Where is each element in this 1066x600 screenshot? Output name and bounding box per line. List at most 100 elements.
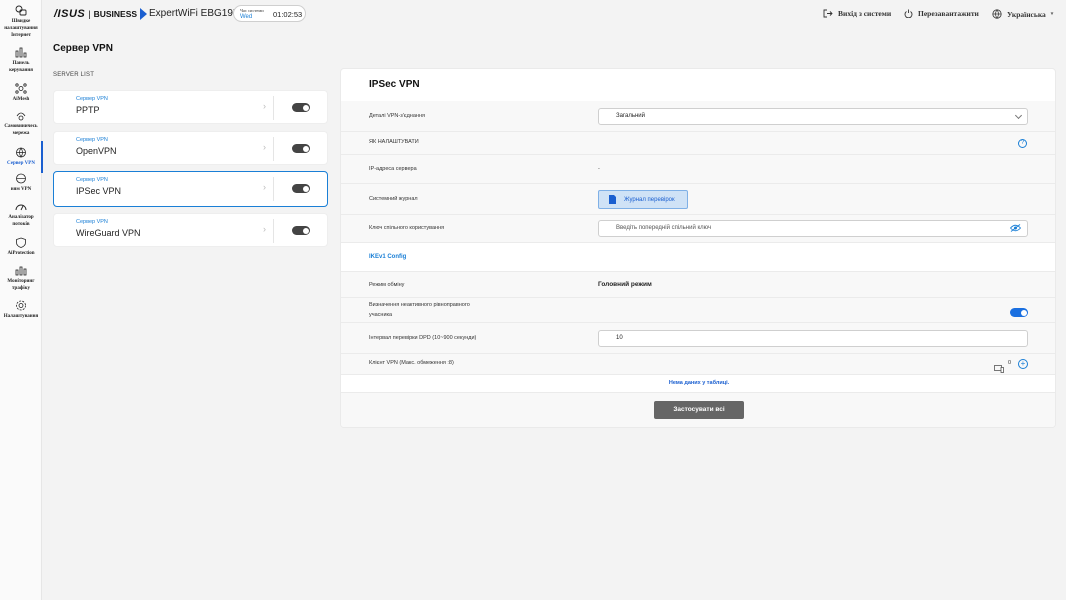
nav-item-traffic-monitor[interactable]: Моніторинг трафіку (0, 265, 42, 292)
nav-item-aiprotection[interactable]: AiProtection (0, 237, 42, 257)
apply-all-button[interactable]: Застосувати всі (654, 401, 744, 419)
asus-business-logo[interactable]: /ISUS | BUSINESS (54, 7, 148, 21)
dpd-interval-input[interactable]: 10 (598, 330, 1028, 347)
server-card-name: OpenVPN (76, 146, 117, 156)
syslog-label: Системний журнал (369, 196, 418, 202)
left-nav: Швидке налаштування Інтернет Панель керу… (0, 0, 43, 600)
logo-chevron-icon (140, 8, 148, 20)
page-title: Сервер VPN (53, 43, 113, 54)
reboot-label: Перезавантажити (918, 9, 979, 18)
row-server-ip: IP-адреса сервера - (341, 155, 1055, 184)
ikev1-section-header: IKEv1 Config (341, 243, 1055, 272)
clock-time: 01:02:53 (273, 10, 303, 19)
server-toggle[interactable] (292, 226, 310, 235)
vpn-details-label: Деталі VPN-з'єднання (369, 113, 425, 119)
traffic-analyzer-icon (15, 204, 27, 211)
how-to-label: ЯК НАЛАШТУВАТИ (369, 139, 419, 145)
eye-off-icon[interactable] (1010, 224, 1021, 232)
nav-label: Аналізатор потоків (8, 215, 34, 227)
nav-label: AiMesh (12, 97, 30, 102)
row-dpd-interval: Інтервал перевірки DPD (10~900 секунди) … (341, 323, 1055, 354)
check-log-button[interactable]: Журнал перевірок (598, 190, 688, 209)
divider (273, 219, 274, 243)
nav-item-aimesh[interactable]: AiMesh (0, 83, 42, 103)
server-toggle[interactable] (292, 184, 310, 193)
server-toggle[interactable] (292, 103, 310, 112)
nav-item-settings[interactable]: Налаштування (0, 300, 42, 320)
vpn-details-value: Загальний (616, 113, 645, 119)
vpn-client-icon (16, 173, 26, 184)
logo-divider: | (88, 9, 91, 19)
server-card-ipsec[interactable]: Сервер VPN IPSec VPN › (53, 171, 328, 207)
vpn-clients-count: 0 (1008, 360, 1012, 366)
logout-button[interactable]: Вихід з системи (823, 9, 891, 18)
brand-sub: BUSINESS (93, 9, 138, 19)
panel-title: IPSec VPN (369, 79, 420, 90)
logout-icon (823, 9, 833, 18)
row-syslog: Системний журнал Журнал перевірок (341, 184, 1055, 215)
chevron-right-icon: › (263, 182, 266, 192)
top-header: /ISUS | BUSINESS ExpertWiFi EBG19P Час с… (42, 0, 1066, 30)
server-card-wireguard[interactable]: Сервер VPN WireGuard VPN › (53, 213, 328, 247)
row-exchange-mode: Режим обміну Головний режим (341, 272, 1055, 298)
nav-item-vpn-client[interactable]: ням VPN (0, 173, 42, 193)
dpd-label-line1: Визначення неактивного рівноправного (369, 302, 470, 308)
logout-label: Вихід з системи (838, 9, 892, 18)
nav-label: Самовиничесь мережа (4, 124, 38, 136)
psk-input[interactable]: Введіть попередній спільний ключ (598, 220, 1028, 237)
server-toggle[interactable] (292, 144, 310, 153)
server-card-name: WireGuard VPN (76, 228, 141, 238)
document-icon (609, 195, 616, 204)
dashboard-icon (15, 47, 27, 58)
nav-label: Сервер VPN (7, 161, 35, 166)
add-client-icon[interactable]: + (1018, 359, 1028, 369)
power-icon (904, 9, 913, 18)
vpn-details-select[interactable]: Загальний (598, 108, 1028, 125)
server-card-sub: Сервер VPN (76, 137, 108, 143)
chevron-right-icon: › (263, 101, 266, 111)
exchange-mode-value: Головний режим (598, 281, 652, 288)
dpd-interval-label: Інтервал перевірки DPD (10~900 секунди) (369, 335, 477, 341)
nav-label: Панель керування (9, 61, 33, 73)
traffic-monitor-icon (15, 266, 27, 276)
row-how-to: ЯК НАЛАШТУВАТИ ? (341, 132, 1055, 155)
row-psk: Ключ спільного користування Введіть попе… (341, 215, 1055, 243)
dpd-interval-value: 10 (616, 335, 623, 341)
nav-label: ням VPN (10, 187, 32, 192)
server-ip-label: IP-адреса сервера (369, 166, 417, 172)
system-clock: Час системи Wed 01:02:53 (233, 5, 306, 22)
quick-setup-icon (15, 5, 27, 16)
settings-icon (16, 300, 26, 311)
nav-item-vpn-server[interactable]: Сервер VPN (0, 141, 43, 173)
clock-label: Час системи (240, 8, 264, 13)
aiprotection-icon (16, 237, 26, 248)
server-card-name: IPSec VPN (76, 186, 122, 196)
self-defining-network-icon (16, 112, 26, 121)
nav-item-traffic-analyzer[interactable]: Аналізатор потоків (0, 201, 42, 228)
language-selector[interactable]: Українська ▾ (992, 9, 1053, 19)
ipsec-panel: IPSec VPN Деталі VPN-з'єднання Загальний… (340, 68, 1056, 428)
aimesh-icon (15, 83, 27, 94)
nav-item-quick-setup[interactable]: Швидке налаштування Інтернет (0, 5, 42, 39)
panel-body: Деталі VPN-з'єднання Загальний ЯК НАЛАШТ… (341, 101, 1055, 427)
server-list-label: SERVER LIST (53, 72, 95, 78)
chevron-down-icon: ▾ (1050, 12, 1054, 17)
server-ip-value: - (598, 166, 600, 172)
reboot-button[interactable]: Перезавантажити (904, 9, 979, 18)
server-card-sub: Сервер VPN (76, 96, 108, 102)
row-dpd: Визначення неактивного рівноправного уча… (341, 298, 1055, 323)
chevron-right-icon: › (263, 142, 266, 152)
server-card-openvpn[interactable]: Сервер VPN OpenVPN › (53, 131, 328, 165)
divider (273, 177, 274, 201)
dpd-toggle[interactable] (1010, 308, 1028, 317)
help-icon[interactable]: ? (1018, 139, 1027, 148)
nav-item-dashboard[interactable]: Панель керування (0, 47, 42, 74)
server-card-sub: Сервер VPN (76, 177, 108, 183)
row-no-data: Нема даних у таблиці. (341, 375, 1055, 393)
chevron-down-icon (1014, 111, 1023, 120)
check-log-label: Журнал перевірок (624, 196, 675, 203)
exchange-mode-label: Режим обміну (369, 282, 405, 288)
brand-name: /ISUS (54, 8, 86, 20)
nav-item-self-defining-network[interactable]: Самовиничесь мережа (0, 110, 42, 137)
server-card-pptp[interactable]: Сервер VPN PPTP › (53, 90, 328, 124)
